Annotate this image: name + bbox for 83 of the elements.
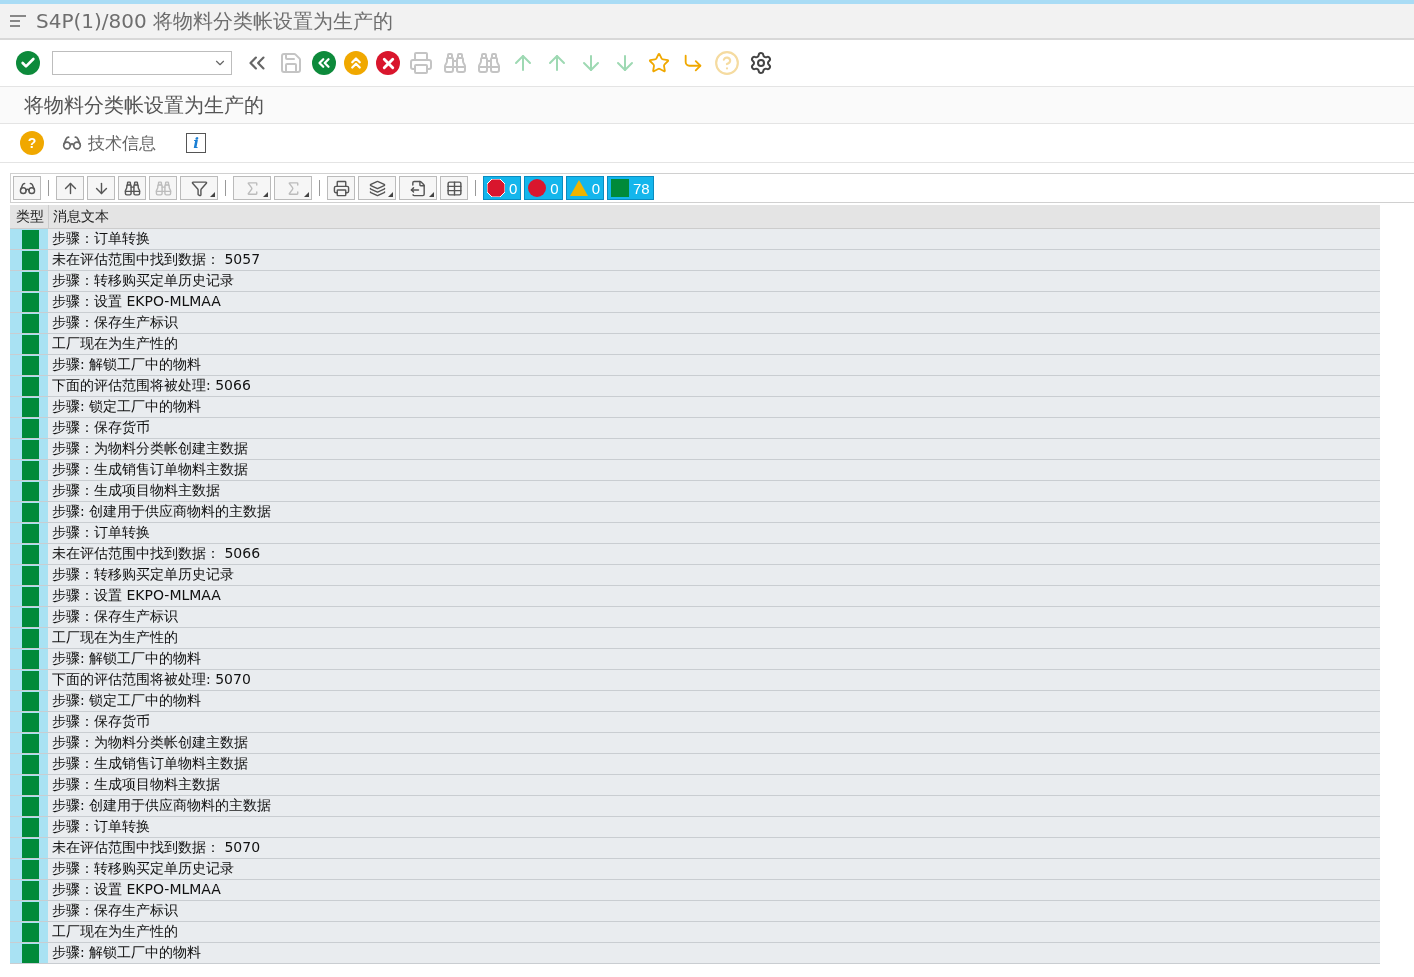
window-title: S4P(1)/800 将物料分类帐设置为生产的 <box>36 7 394 35</box>
table-cell: 步骤：设置 EKPO-MLMAA <box>48 880 1380 900</box>
save-icon <box>279 51 303 75</box>
table-cell: 步骤: 锁定工厂中的物料 <box>48 691 1380 711</box>
table-cell: 未在评估范围中找到数据： 5070 <box>48 838 1380 858</box>
message-counter[interactable]: 0 <box>565 176 605 200</box>
message-counter[interactable]: 0 <box>483 176 522 200</box>
table-cell: 步骤：为物料分类帐创建主数据 <box>48 733 1380 753</box>
table-cell: 步骤：转移购买定单历史记录 <box>48 859 1380 879</box>
layout-button[interactable] <box>440 176 468 200</box>
success-icon <box>611 179 630 197</box>
enter-button[interactable] <box>16 51 40 75</box>
view-icon <box>368 179 386 197</box>
table-cell: 步骤：保存生产标识 <box>48 607 1380 627</box>
table-cell: 步骤：保存生产标识 <box>48 901 1380 921</box>
table-cell: 步骤: 创建用于供应商物料的主数据 <box>48 502 1380 522</box>
search-button[interactable] <box>118 176 146 200</box>
screen-title: 将物料分类帐设置为生产的 <box>24 91 264 119</box>
help-button[interactable]: ? <box>20 131 44 155</box>
table-cell: 步骤：生成项目物料主数据 <box>48 775 1380 795</box>
glasses-icon <box>62 133 82 153</box>
info-button[interactable]: i <box>186 133 206 153</box>
table-cell: 下面的评估范围将被处理: 5066 <box>48 376 1380 396</box>
sort-ascending-button[interactable] <box>56 176 84 200</box>
back-button[interactable] <box>312 51 336 75</box>
menu-icon[interactable] <box>10 15 26 27</box>
table-cell: 步骤: 解锁工厂中的物料 <box>48 943 1380 963</box>
table-cell: 步骤：设置 EKPO-MLMAA <box>48 292 1380 312</box>
search-icon <box>123 179 141 197</box>
command-field[interactable] <box>52 51 232 75</box>
exit-button[interactable] <box>344 51 368 75</box>
settings-icon <box>749 51 773 75</box>
check-icon <box>20 55 36 71</box>
table-cell: 步骤：保存货币 <box>48 712 1380 732</box>
settings-button[interactable] <box>748 50 774 76</box>
table-cell: 步骤：保存生产标识 <box>48 313 1380 333</box>
column-header[interactable]: 消息文本 <box>49 205 109 228</box>
table-cell: 工厂现在为生产性的 <box>48 922 1380 942</box>
table-cell: 步骤：订单转换 <box>48 817 1380 837</box>
table-cell: 步骤: 解锁工厂中的物料 <box>48 649 1380 669</box>
corner-arrow-icon <box>682 52 704 74</box>
search-next-icon <box>154 179 172 197</box>
message-counter[interactable]: 78 <box>607 176 654 200</box>
message-counter[interactable]: 0 <box>524 176 563 200</box>
table-cell: 步骤：生成销售订单物料主数据 <box>48 460 1380 480</box>
filter-button[interactable] <box>180 176 218 200</box>
filter-icon <box>190 179 208 197</box>
print-button[interactable] <box>327 176 355 200</box>
column-header[interactable]: 类型 <box>10 205 49 228</box>
table-cell: 步骤：转移购买定单历史记录 <box>48 565 1380 585</box>
sort-descending-button[interactable] <box>87 176 115 200</box>
error-icon <box>528 179 547 197</box>
table-cell: 步骤：保存货币 <box>48 418 1380 438</box>
table-cell: 步骤：订单转换 <box>48 229 1380 249</box>
export-icon <box>409 179 427 197</box>
table-cell: 未在评估范围中找到数据： 5057 <box>48 250 1380 270</box>
cancel-button[interactable] <box>376 51 400 75</box>
table-cell: 步骤：转移购买定单历史记录 <box>48 271 1380 291</box>
table-cell: 步骤：为物料分类帐创建主数据 <box>48 439 1380 459</box>
stop-icon <box>487 179 505 197</box>
table-cell: 下面的评估范围将被处理: 5070 <box>48 670 1380 690</box>
print-icon <box>409 51 433 75</box>
help-icon <box>714 50 740 76</box>
table-cell: 步骤：订单转换 <box>48 523 1380 543</box>
print-icon <box>332 179 350 197</box>
table-cell: 步骤：生成销售订单物料主数据 <box>48 754 1380 774</box>
star-icon <box>648 52 670 74</box>
table-cell: 工厂现在为生产性的 <box>48 628 1380 648</box>
binoculars-icon <box>443 51 467 75</box>
warning-icon <box>569 180 588 196</box>
layout-icon <box>445 179 463 197</box>
table-cell: 步骤: 创建用于供应商物料的主数据 <box>48 796 1380 816</box>
details-button[interactable] <box>13 176 41 200</box>
table-cell: 未在评估范围中找到数据： 5066 <box>48 544 1380 564</box>
table-cell: 步骤: 解锁工厂中的物料 <box>48 355 1380 375</box>
technical-info-button[interactable]: 技术信息 <box>62 131 156 155</box>
table-cell: 步骤：设置 EKPO-MLMAA <box>48 586 1380 606</box>
table-cell: 步骤：生成项目物料主数据 <box>48 481 1380 501</box>
binoculars-next-icon <box>477 51 501 75</box>
view-button[interactable] <box>358 176 396 200</box>
export-button[interactable] <box>399 176 437 200</box>
table-cell: 工厂现在为生产性的 <box>48 334 1380 354</box>
table-cell: 步骤: 锁定工厂中的物料 <box>48 397 1380 417</box>
